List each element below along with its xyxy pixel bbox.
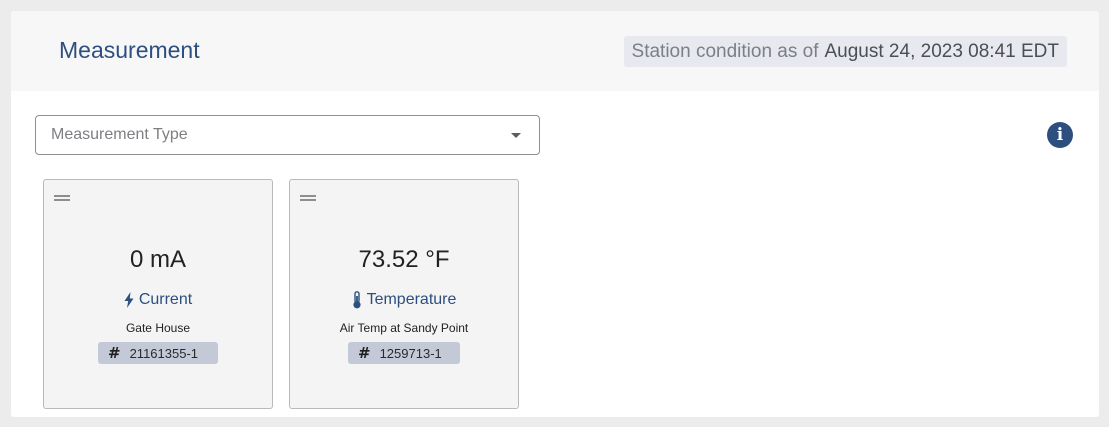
drag-handle-icon[interactable]: [300, 195, 316, 203]
panel-header: Measurement Station condition as of Augu…: [11, 11, 1099, 91]
measurement-type-text: Temperature: [366, 291, 457, 308]
page-title: Measurement: [59, 37, 200, 63]
serial-badge: # 21161355-1: [98, 342, 218, 364]
serial-number: 1259713-1: [379, 345, 442, 361]
measurement-panel: Measurement Station condition as of Augu…: [11, 11, 1099, 417]
status-date: August 24, 2023 08:41 EDT: [824, 40, 1060, 62]
measurement-card-current[interactable]: 0 mA Current Gate House # 21161355-1: [43, 179, 273, 409]
measurement-location: Air Temp at Sandy Point: [339, 321, 469, 335]
measurement-location: Gate House: [125, 321, 191, 335]
station-status-badge: Station condition as of August 24, 2023 …: [623, 36, 1067, 67]
hash-icon: #: [108, 344, 121, 362]
hash-icon: #: [358, 344, 371, 362]
measurement-type-placeholder: Measurement Type: [51, 126, 188, 143]
measurement-type-label: Current: [44, 291, 272, 309]
drag-handle-icon[interactable]: [54, 195, 70, 203]
status-prefix: Station condition as of: [631, 40, 819, 62]
measurement-type-text: Current: [138, 291, 193, 308]
measurement-value: 73.52 °F: [358, 246, 450, 273]
measurement-type-select[interactable]: Measurement Type: [35, 115, 540, 155]
lightning-bolt-icon: [124, 292, 134, 308]
info-icon[interactable]: i: [1047, 122, 1073, 148]
serial-number: 21161355-1: [129, 345, 199, 361]
info-glyph: i: [1056, 125, 1064, 145]
measurement-value: 0 mA: [129, 246, 186, 273]
thermometer-icon: [352, 291, 361, 309]
caret-down-icon: [511, 133, 521, 138]
measurement-card-temperature[interactable]: 73.52 °F Temperature Air Temp at Sandy P…: [289, 179, 519, 409]
measurement-type-label: Temperature: [290, 291, 518, 309]
serial-badge: # 1259713-1: [348, 342, 460, 364]
